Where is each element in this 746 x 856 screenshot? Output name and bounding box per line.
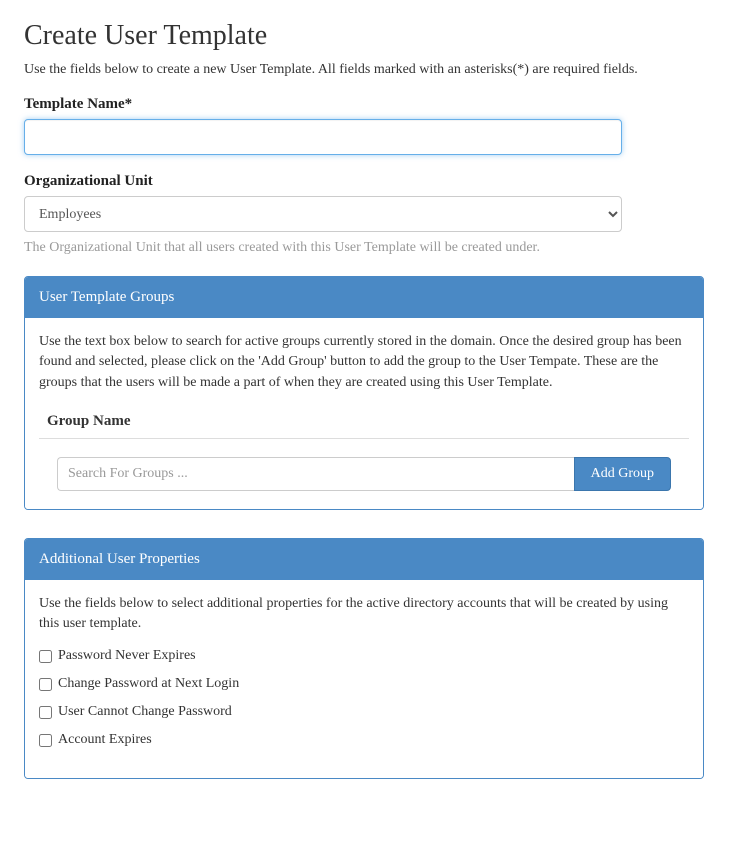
- properties-panel-description: Use the fields below to select additiona…: [39, 594, 689, 635]
- properties-panel-header: Additional User Properties: [25, 539, 703, 580]
- page-title: Create User Template: [24, 20, 722, 52]
- groups-panel-header: User Template Groups: [25, 277, 703, 318]
- template-name-field: Template Name*: [24, 96, 722, 155]
- checkbox-change-password-next-login[interactable]: [39, 678, 52, 691]
- checkbox-label: Password Never Expires: [58, 648, 196, 664]
- checkbox-account-expires[interactable]: [39, 734, 52, 747]
- checkbox-row-account-expires: Account Expires: [39, 732, 689, 748]
- checkbox-password-never-expires[interactable]: [39, 650, 52, 663]
- org-unit-label: Organizational Unit: [24, 173, 722, 190]
- groups-panel-body: Use the text box below to search for act…: [25, 318, 703, 509]
- checkbox-label: Change Password at Next Login: [58, 676, 239, 692]
- checkbox-row-user-cannot-change-password: User Cannot Change Password: [39, 704, 689, 720]
- org-unit-help: The Organizational Unit that all users c…: [24, 240, 722, 256]
- checkbox-label: Account Expires: [58, 732, 152, 748]
- groups-panel-description: Use the text box below to search for act…: [39, 332, 689, 393]
- template-name-label: Template Name*: [24, 96, 722, 113]
- properties-panel: Additional User Properties Use the field…: [24, 538, 704, 780]
- checkbox-label: User Cannot Change Password: [58, 704, 232, 720]
- template-name-input[interactable]: [24, 119, 622, 155]
- org-unit-field: Organizational Unit Employees The Organi…: [24, 173, 722, 256]
- org-unit-select[interactable]: Employees: [24, 196, 622, 232]
- add-group-button[interactable]: Add Group: [574, 457, 671, 491]
- checkbox-row-change-password-next-login: Change Password at Next Login: [39, 676, 689, 692]
- page-intro: Use the fields below to create a new Use…: [24, 62, 722, 78]
- checkbox-user-cannot-change-password[interactable]: [39, 706, 52, 719]
- checkbox-row-password-never-expires: Password Never Expires: [39, 648, 689, 664]
- groups-panel: User Template Groups Use the text box be…: [24, 276, 704, 510]
- group-search-input[interactable]: [57, 457, 574, 491]
- group-name-column-header: Group Name: [39, 407, 689, 439]
- properties-panel-body: Use the fields below to select additiona…: [25, 580, 703, 779]
- group-search-row: Add Group: [57, 457, 671, 491]
